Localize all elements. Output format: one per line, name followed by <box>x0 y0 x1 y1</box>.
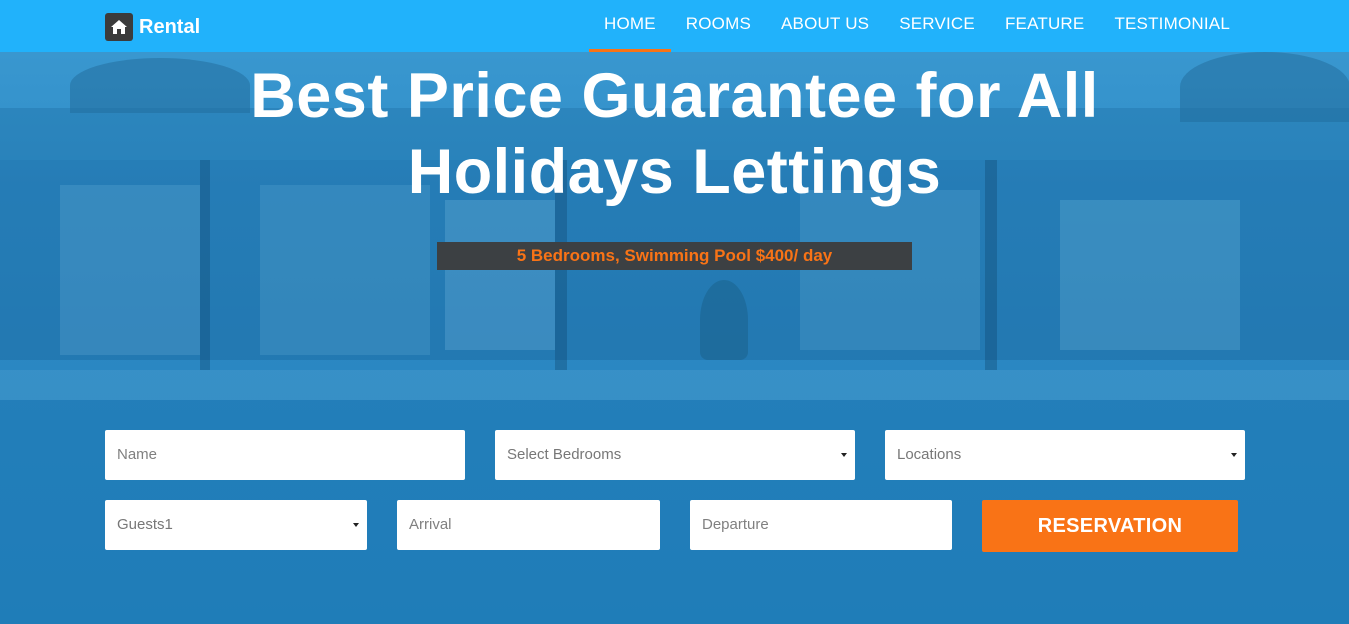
guests-select[interactable]: Guests1 <box>105 500 367 550</box>
bedrooms-select[interactable]: Select Bedrooms <box>495 430 855 480</box>
locations-select-value: Locations <box>897 446 962 463</box>
nav-item-testimonial[interactable]: TESTIMONIAL <box>1099 0 1245 52</box>
hero-headline: Best Price Guarantee for All Holidays Le… <box>0 58 1349 210</box>
brand-name: Rental <box>139 15 201 38</box>
caret-down-icon <box>1231 453 1237 457</box>
nav-item-home[interactable]: HOME <box>588 0 671 52</box>
home-icon <box>105 13 133 41</box>
nav-item-service[interactable]: SERVICE <box>884 0 990 52</box>
guests-select-value: Guests1 <box>117 516 173 533</box>
arrival-input[interactable] <box>397 500 660 550</box>
brand-logo[interactable]: Rental <box>105 13 200 41</box>
background-window <box>60 185 200 355</box>
caret-down-icon <box>353 523 359 527</box>
bedrooms-select-value: Select Bedrooms <box>507 446 622 463</box>
departure-input[interactable] <box>690 500 952 550</box>
background-window <box>445 200 555 350</box>
background-window <box>1060 200 1240 350</box>
headline-line-1: Best Price Guarantee for All <box>250 61 1099 131</box>
promo-banner: 5 Bedrooms, Swimming Pool $400/ day <box>437 242 912 270</box>
nav-item-rooms[interactable]: ROOMS <box>671 0 766 52</box>
reservation-button[interactable]: RESERVATION <box>982 500 1238 552</box>
headline-line-2: Holidays Lettings <box>407 137 942 207</box>
background-plant <box>700 280 748 360</box>
background-deck <box>0 370 1349 400</box>
navbar: Rental HOME ROOMS ABOUT US SERVICE FEATURE TE… <box>0 0 1349 52</box>
main-nav: HOME ROOMS ABOUT US SERVICE FEATURE TESTIMONI… <box>588 0 1245 52</box>
nav-item-feature[interactable]: FEATURE <box>990 0 1099 52</box>
caret-down-icon <box>841 453 847 457</box>
locations-select[interactable]: Locations <box>885 430 1245 480</box>
name-input[interactable] <box>105 430 465 480</box>
background-window <box>800 190 980 350</box>
nav-item-about-us[interactable]: ABOUT US <box>766 0 884 52</box>
background-window <box>260 185 430 355</box>
